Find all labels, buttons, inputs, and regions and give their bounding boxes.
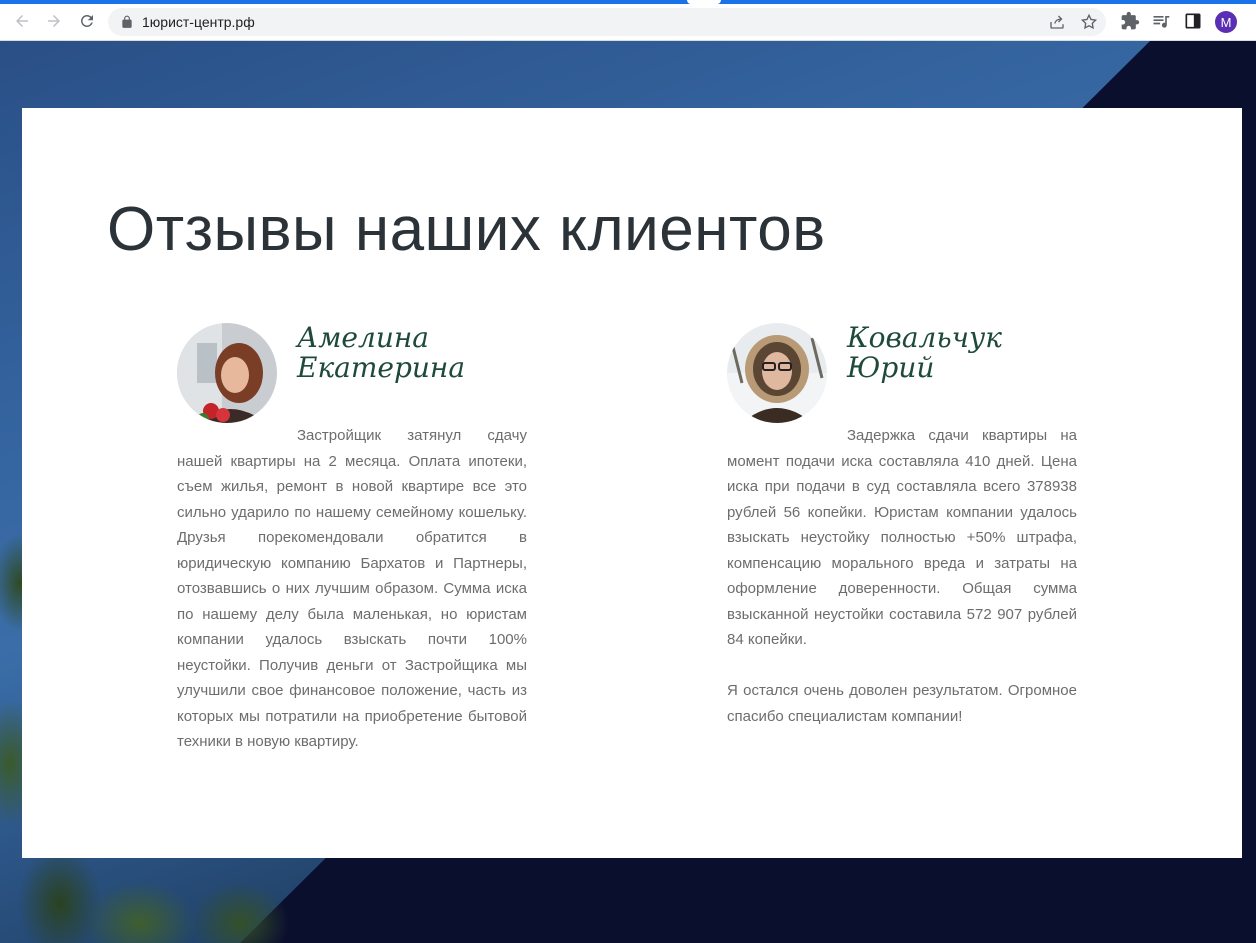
browser-toolbar: 1юрист-центр.рф M <box>0 0 1256 41</box>
back-arrow-icon <box>16 15 28 27</box>
forward-button[interactable] <box>43 10 65 32</box>
review-paragraph: Застройщик затянул сдачу нашей квартиры … <box>177 427 527 750</box>
reviewer-first-name: Екатерина <box>297 351 466 384</box>
reload-icon <box>80 14 93 27</box>
reviews-section: Отзывы наших клиентов Амелина Екатерина … <box>22 108 1242 858</box>
back-button[interactable] <box>11 10 33 32</box>
forward-arrow-icon <box>48 15 60 27</box>
share-icon[interactable] <box>1048 13 1066 31</box>
reviewer-name: Амелина Екатерина <box>297 323 465 383</box>
reviewer-first-name: Юрий <box>847 351 935 384</box>
person-portrait-icon <box>177 323 277 423</box>
media-icon[interactable] <box>1151 11 1171 31</box>
url-text[interactable]: 1юрист-центр.рф <box>142 14 255 30</box>
reviewer-name: Ковальчук Юрий <box>847 323 1002 383</box>
review-text: Задержка сдачи квартиры на момент подачи… <box>727 423 1077 729</box>
star-icon[interactable] <box>1080 13 1098 31</box>
address-bar[interactable]: 1юрист-центр.рф <box>108 8 1106 36</box>
reload-button[interactable] <box>76 10 98 32</box>
reviewer-photo <box>727 323 827 423</box>
active-tab-notch <box>687 0 721 4</box>
lock-icon <box>122 15 132 28</box>
section-heading: Отзывы наших клиентов <box>107 195 826 264</box>
reviewer-photo <box>177 323 277 423</box>
reviewer-surname: Амелина <box>297 321 429 354</box>
review-paragraph: Задержка сдачи квартиры на момент подачи… <box>727 427 1077 648</box>
review-text: Застройщик затянул сдачу нашей квартиры … <box>177 423 527 755</box>
extensions-icon[interactable] <box>1120 11 1140 31</box>
person-portrait-icon <box>727 323 827 423</box>
review-paragraph: Я остался очень доволен результатом. Огр… <box>727 682 1077 725</box>
profile-avatar[interactable]: M <box>1215 11 1237 33</box>
side-panel-icon[interactable] <box>1183 11 1203 31</box>
reviewer-surname: Ковальчук <box>847 321 1002 354</box>
tab-strip-accent <box>0 0 1256 4</box>
